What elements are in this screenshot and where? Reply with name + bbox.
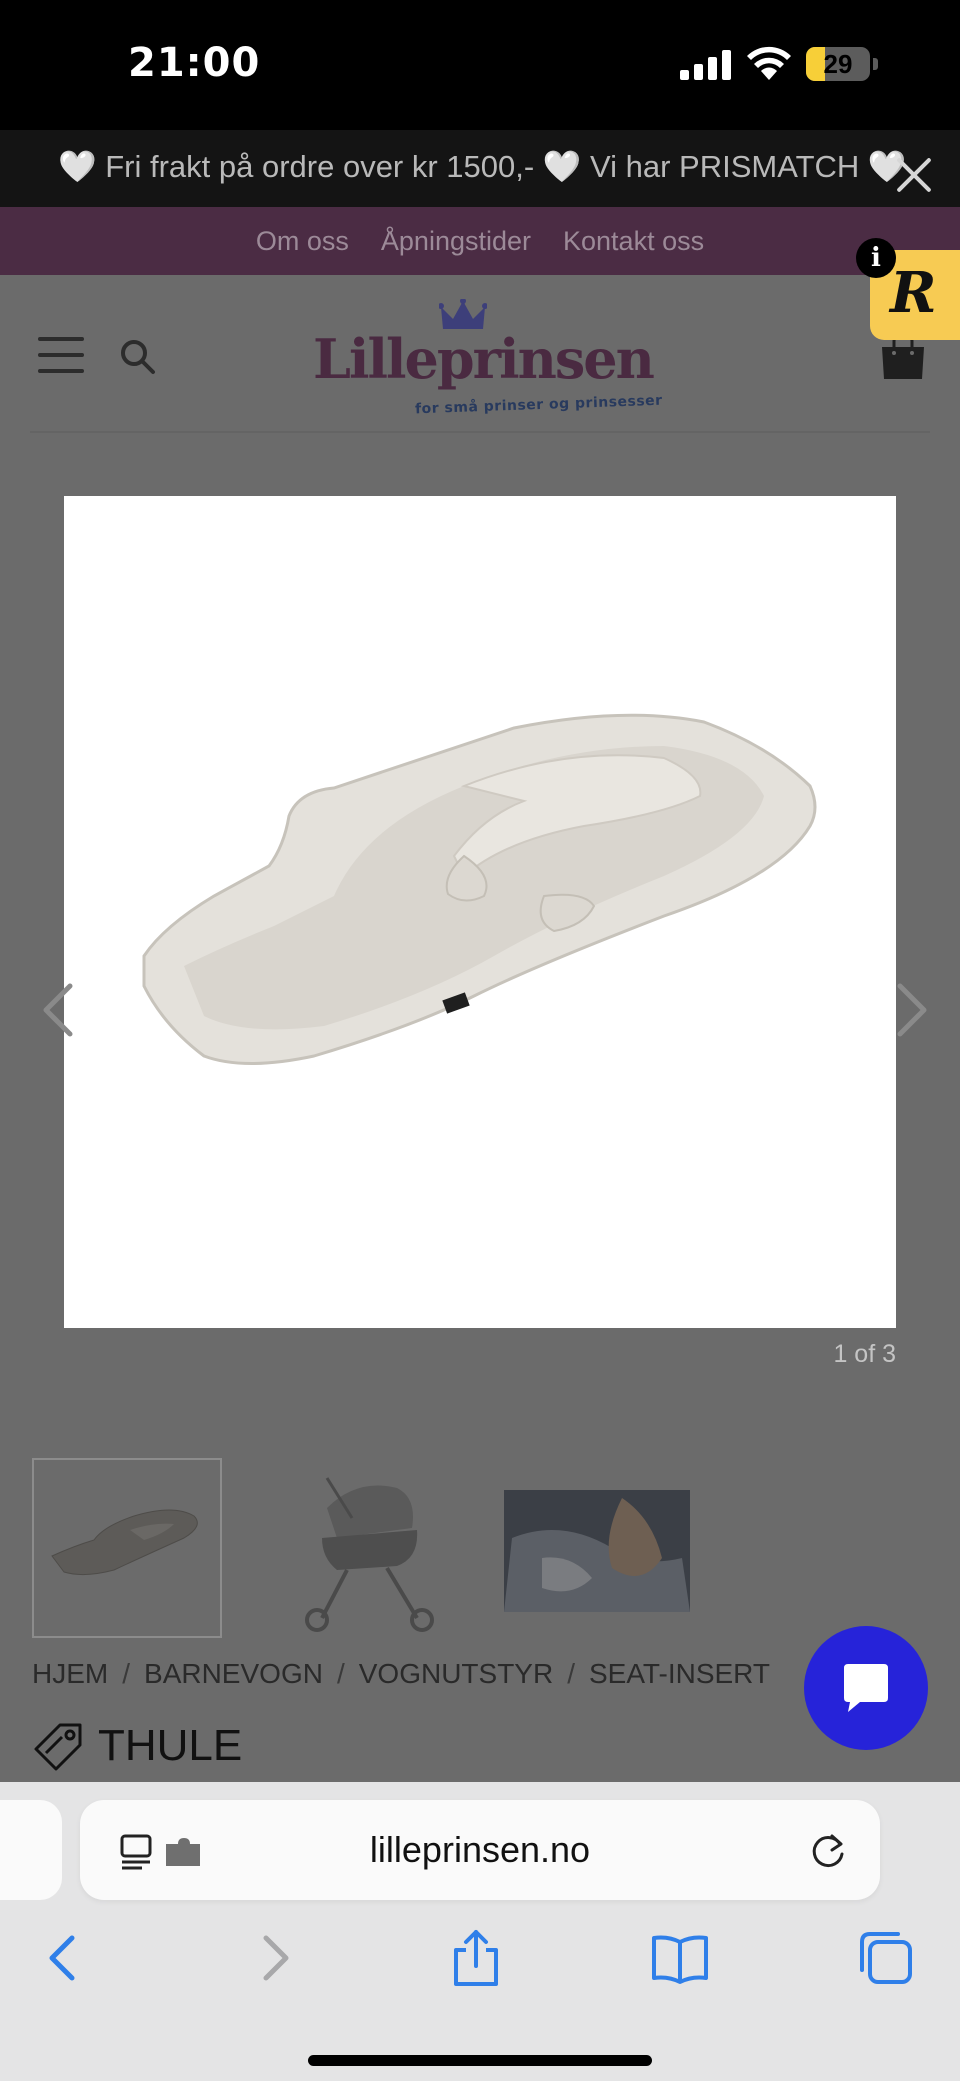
chevron-right-icon[interactable] (892, 980, 932, 1040)
nav-link-om-oss[interactable]: Om oss (256, 226, 349, 257)
nav-link-apningstider[interactable]: Åpningstider (381, 226, 531, 257)
thumbnail-strip (32, 1458, 932, 1638)
promo-text: 🤍 Fri frakt på ordre over kr 1500,- 🤍 Vi… (58, 149, 907, 184)
forward-icon[interactable] (244, 1928, 304, 1988)
top-nav: Om oss Åpningstider Kontakt oss (0, 207, 960, 275)
chat-icon (844, 1664, 888, 1712)
thumbnail-3[interactable] (502, 1458, 692, 1638)
seat-insert-image (142, 713, 817, 1065)
site-logo[interactable]: Lilleprinsen for små prinser og prinsess… (305, 297, 663, 417)
thumbnail-1[interactable] (32, 1458, 222, 1638)
logo-tagline: for små prinser og prinsesser (414, 392, 663, 418)
review-logo: R (890, 260, 937, 326)
info-icon[interactable]: i (856, 238, 896, 278)
breadcrumb-seat-insert[interactable]: SEAT-INSERT (589, 1658, 770, 1689)
back-icon[interactable] (34, 1928, 94, 1988)
url-text: lilleprinsen.no (369, 1829, 591, 1870)
brand-row: THULE (32, 1718, 242, 1774)
logo-text: Lilleprinsen (313, 327, 655, 391)
search-icon[interactable] (118, 337, 156, 375)
product-main-image[interactable] (64, 496, 896, 1328)
status-time: 21:00 (128, 40, 261, 86)
header-divider (30, 431, 930, 433)
bookmarks-icon[interactable] (650, 1928, 710, 1988)
promo-bar: 🤍 Fri frakt på ordre over kr 1500,- 🤍 Vi… (0, 130, 960, 207)
nav-link-kontakt-oss[interactable]: Kontakt oss (563, 226, 704, 257)
breadcrumb-home[interactable]: HJEM (32, 1658, 108, 1689)
address-bar[interactable]: lilleprinsen.no (80, 1800, 880, 1900)
breadcrumb-barnevogn[interactable]: BARNEVOGN (144, 1658, 323, 1689)
tabs-icon[interactable] (856, 1928, 916, 1988)
thumbnail-2[interactable] (267, 1458, 457, 1638)
cellular-signal-icon (680, 50, 731, 80)
status-bar: 21:00 29 (0, 0, 960, 130)
previous-tab-peek[interactable] (0, 1800, 62, 1900)
home-indicator (308, 2055, 652, 2066)
chevron-left-icon[interactable] (38, 980, 78, 1040)
reload-icon[interactable] (808, 1830, 848, 1870)
breadcrumb-vognutstyr[interactable]: VOGNUTSTYR (359, 1658, 553, 1689)
wifi-icon (747, 46, 791, 80)
site-header: Lilleprinsen for små prinser og prinsess… (0, 275, 960, 435)
close-icon[interactable] (890, 150, 940, 200)
battery-percent: 29 (823, 49, 853, 79)
browser-toolbar: lilleprinsen.no (0, 1782, 960, 2081)
breadcrumb: HJEM / BARNEVOGN / VOGNUTSTYR / SEAT-INSERT (32, 1658, 770, 1689)
gallery-counter: 1 of 3 (833, 1340, 896, 1368)
share-icon[interactable] (446, 1928, 506, 1988)
menu-icon[interactable] (38, 337, 84, 373)
brand-name[interactable]: THULE (98, 1721, 242, 1771)
battery-icon: 29 (806, 47, 878, 81)
chat-button[interactable] (804, 1626, 928, 1750)
tag-icon (34, 1723, 82, 1771)
